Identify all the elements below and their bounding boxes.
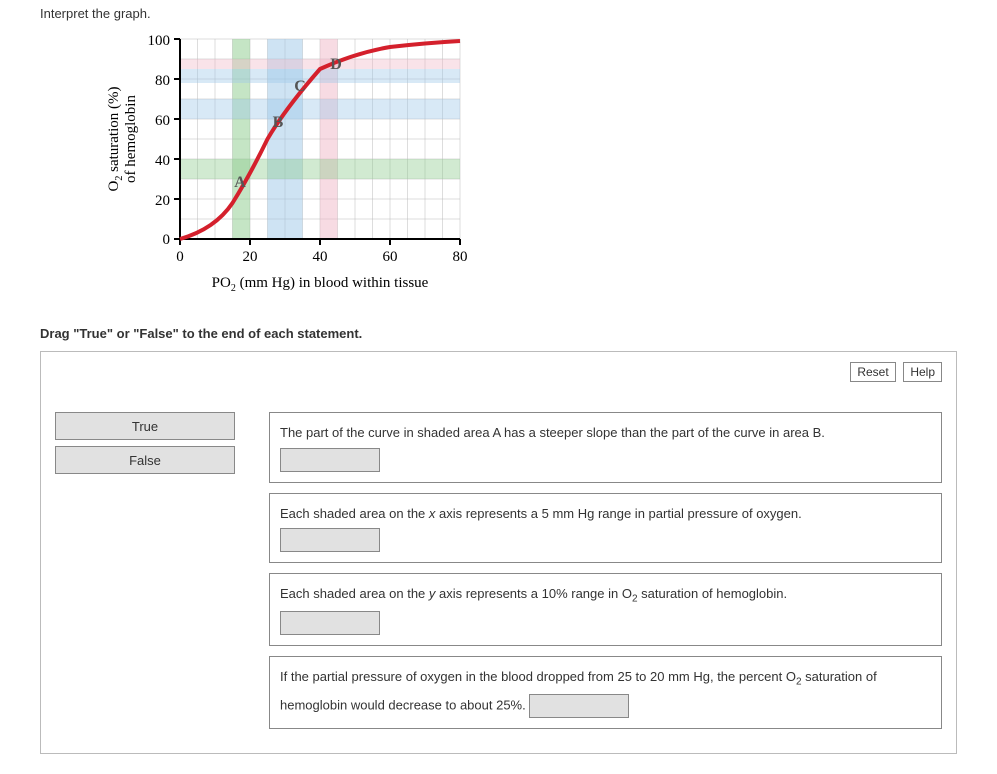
- statement-3-post: saturation of hemoglobin.: [638, 586, 788, 601]
- statement-1: The part of the curve in shaded area A h…: [269, 412, 942, 483]
- label-a: A: [234, 174, 246, 191]
- token-false[interactable]: False: [55, 446, 235, 474]
- label-c: C: [294, 78, 306, 95]
- statement-4-pre: If the partial pressure of oxygen in the…: [280, 669, 796, 684]
- ytick-20: 20: [155, 193, 170, 209]
- drop-slot-2[interactable]: [280, 528, 380, 552]
- xtick-0: 0: [176, 249, 184, 265]
- label-d: D: [330, 56, 342, 73]
- ytick-60: 60: [155, 113, 170, 129]
- statement-2: Each shaded area on the x axis represent…: [269, 493, 942, 564]
- ytick-100: 100: [148, 33, 171, 49]
- ytick-40: 40: [155, 153, 170, 169]
- drop-slot-1[interactable]: [280, 448, 380, 472]
- statement-4: If the partial pressure of oxygen in the…: [269, 656, 942, 729]
- statement-3: Each shaded area on the y axis represent…: [269, 573, 942, 646]
- statement-1-text: The part of the curve in shaded area A h…: [280, 425, 825, 440]
- statement-3-mid: axis represents a 10% range in O: [435, 586, 632, 601]
- ylabel-line2: of hemoglobin: [123, 95, 139, 183]
- label-b: B: [273, 114, 284, 131]
- xlabel: PO2 (mm Hg) in blood within tissue: [212, 275, 429, 294]
- reset-button[interactable]: Reset: [850, 362, 895, 382]
- ytick-80: 80: [155, 73, 170, 89]
- shaded-row-b: [180, 99, 460, 119]
- statement-2-pre: Each shaded area on the: [280, 506, 429, 521]
- graph: 100 80 60 40 20 0 0 20 40 60 80 A B C D: [100, 29, 957, 312]
- ytick-0: 0: [163, 232, 171, 248]
- token-true[interactable]: True: [55, 412, 235, 440]
- statement-3-pre: Each shaded area on the: [280, 586, 429, 601]
- help-button[interactable]: Help: [903, 362, 942, 382]
- xtick-80: 80: [453, 249, 468, 265]
- statement-2-post: axis represents a 5 mm Hg range in parti…: [435, 506, 801, 521]
- xtick-60: 60: [383, 249, 398, 265]
- answer-panel: Reset Help True False The part of the cu…: [40, 351, 957, 754]
- xtick-20: 20: [243, 249, 258, 265]
- drop-slot-4[interactable]: [529, 694, 629, 718]
- drop-slot-3[interactable]: [280, 611, 380, 635]
- xtick-40: 40: [313, 249, 328, 265]
- shaded-row-a: [180, 159, 460, 179]
- instruction-text: Drag "True" or "False" to the end of eac…: [40, 326, 957, 341]
- prompt-text: Interpret the graph.: [40, 6, 957, 21]
